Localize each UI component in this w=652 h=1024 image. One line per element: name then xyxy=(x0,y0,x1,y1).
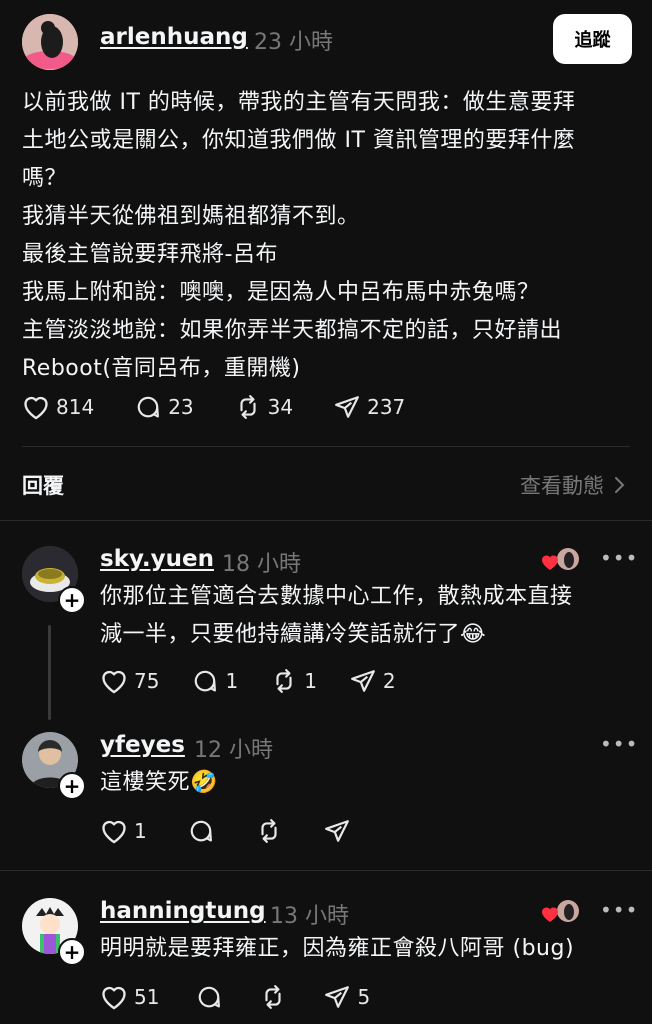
reply-actions: 1 xyxy=(100,818,351,844)
share-count: 5 xyxy=(357,985,371,1009)
share-icon xyxy=(325,986,350,1008)
repost-count: 34 xyxy=(267,395,294,419)
post-line: 最後主管說要拜飛將-呂布 xyxy=(22,242,278,267)
reply-username[interactable]: hanningtung xyxy=(100,898,266,924)
post-line: 我猜半天從佛祖到媽祖都猜不到。 xyxy=(22,204,360,229)
like-button[interactable]: 1 xyxy=(100,818,147,844)
more-icon[interactable]: ••• xyxy=(600,546,638,570)
like-count: 1 xyxy=(134,819,147,843)
share-button[interactable]: 237 xyxy=(333,394,405,420)
reply-time: 12 小時 xyxy=(194,738,273,763)
share-count: 237 xyxy=(367,395,406,419)
comment-button[interactable]: 23 xyxy=(134,394,194,420)
like-count: 75 xyxy=(134,669,160,693)
repost-button[interactable]: 34 xyxy=(234,394,293,420)
reply-actions: 75 1 1 2 xyxy=(100,668,396,694)
reply-line: 減一半，只要他持續講冷笑話就行了😂 xyxy=(100,622,487,647)
comment-icon xyxy=(137,396,160,418)
reply-body: 明明就是要拜雍正，因為雍正會殺八阿哥 (bug) xyxy=(100,930,574,968)
post-username[interactable]: arlenhuang xyxy=(100,24,248,50)
reply-body: 你那位主管適合去數據中心工作，散熱成本直接 減一半，只要他持續講冷笑話就行了😂 xyxy=(100,578,573,654)
share-button[interactable] xyxy=(323,818,351,844)
post-actions: 814 23 34 237 xyxy=(22,394,405,420)
repost-icon xyxy=(240,395,256,419)
comment-button[interactable] xyxy=(195,984,223,1010)
more-icon[interactable]: ••• xyxy=(600,732,638,756)
post-line: 嗎？ xyxy=(22,166,68,191)
like-button[interactable]: 75 xyxy=(100,668,159,694)
divider xyxy=(0,520,652,521)
author-avatar[interactable] xyxy=(22,14,78,70)
share-count: 2 xyxy=(382,669,396,693)
comment-count: 1 xyxy=(225,669,239,693)
more-icon[interactable]: ••• xyxy=(600,898,638,922)
reply-username[interactable]: sky.yuen xyxy=(100,546,214,572)
post-line: Reboot(音同呂布，重開機) xyxy=(22,356,301,381)
like-count: 814 xyxy=(56,395,95,419)
view-activity-label: 查看動態 xyxy=(520,474,604,498)
post-line: 主管淡淡地說：如果你弄半天都搞不定的話，只好請出 xyxy=(22,318,563,343)
heart-icon xyxy=(24,396,48,420)
comment-count: 23 xyxy=(168,395,194,419)
reply-line: 明明就是要拜雍正，因為雍正會殺八阿哥 (bug) xyxy=(100,936,575,961)
share-button[interactable]: 2 xyxy=(349,668,396,694)
reply-username[interactable]: yfeyes xyxy=(100,732,185,758)
reply-body: 這樓笑死🤣 xyxy=(100,764,218,802)
comment-button[interactable] xyxy=(187,818,215,844)
post-line: 以前我做 IT 的時候，帶我的主管有天問我：做生意要拜 xyxy=(22,90,576,115)
follow-plus-icon[interactable]: + xyxy=(58,938,86,966)
replies-heading: 回覆 xyxy=(22,474,64,498)
reply-line: 你那位主管適合去數據中心工作，散熱成本直接 xyxy=(100,584,573,609)
repost-button[interactable]: 1 xyxy=(270,668,317,694)
post-time: 23 小時 xyxy=(254,30,333,55)
repost-icon xyxy=(261,819,277,843)
thread-line xyxy=(48,625,51,720)
post-line: 土地公或是關公，你知道我們做 IT 資訊管理的要拜什麼 xyxy=(22,128,576,153)
like-button[interactable]: 51 xyxy=(100,984,159,1010)
heart-icon xyxy=(102,986,126,1010)
follow-button[interactable]: 追蹤 xyxy=(553,14,632,64)
post-body: 以前我做 IT 的時候，帶我的主管有天問我：做生意要拜 土地公或是關公，你知道我… xyxy=(22,84,632,388)
view-activity-link[interactable]: 查看動態 xyxy=(520,470,626,500)
repost-button[interactable] xyxy=(259,984,287,1010)
like-button[interactable]: 814 xyxy=(22,394,94,420)
divider xyxy=(0,870,652,871)
follow-plus-icon[interactable]: + xyxy=(58,586,86,614)
share-button[interactable]: 5 xyxy=(323,984,370,1010)
reply-line: 這樓笑死🤣 xyxy=(100,770,218,795)
follow-plus-icon[interactable]: + xyxy=(58,772,86,800)
chevron-right-icon xyxy=(615,477,625,493)
like-count: 51 xyxy=(134,985,160,1009)
repost-count: 1 xyxy=(304,669,317,693)
reply-time: 18 小時 xyxy=(222,552,301,577)
repost-button[interactable] xyxy=(255,818,283,844)
reply-time: 13 小時 xyxy=(270,904,349,929)
comment-icon xyxy=(190,820,212,842)
comment-icon xyxy=(199,986,221,1008)
divider xyxy=(22,446,630,447)
post-line: 我馬上附和說：噢噢，是因為人中呂布馬中赤兔嗎？ xyxy=(22,280,540,305)
comment-icon xyxy=(195,670,217,692)
liked-by-author-icon xyxy=(540,546,582,574)
heart-icon xyxy=(102,670,126,694)
share-icon xyxy=(351,670,375,692)
repost-icon xyxy=(265,985,282,1009)
share-icon xyxy=(324,820,349,842)
comment-button[interactable]: 1 xyxy=(191,668,238,694)
heart-icon xyxy=(102,820,126,844)
share-icon xyxy=(335,396,360,418)
repost-icon xyxy=(276,669,292,693)
reply-actions: 51 5 xyxy=(100,984,370,1010)
liked-by-author-icon xyxy=(540,898,582,926)
